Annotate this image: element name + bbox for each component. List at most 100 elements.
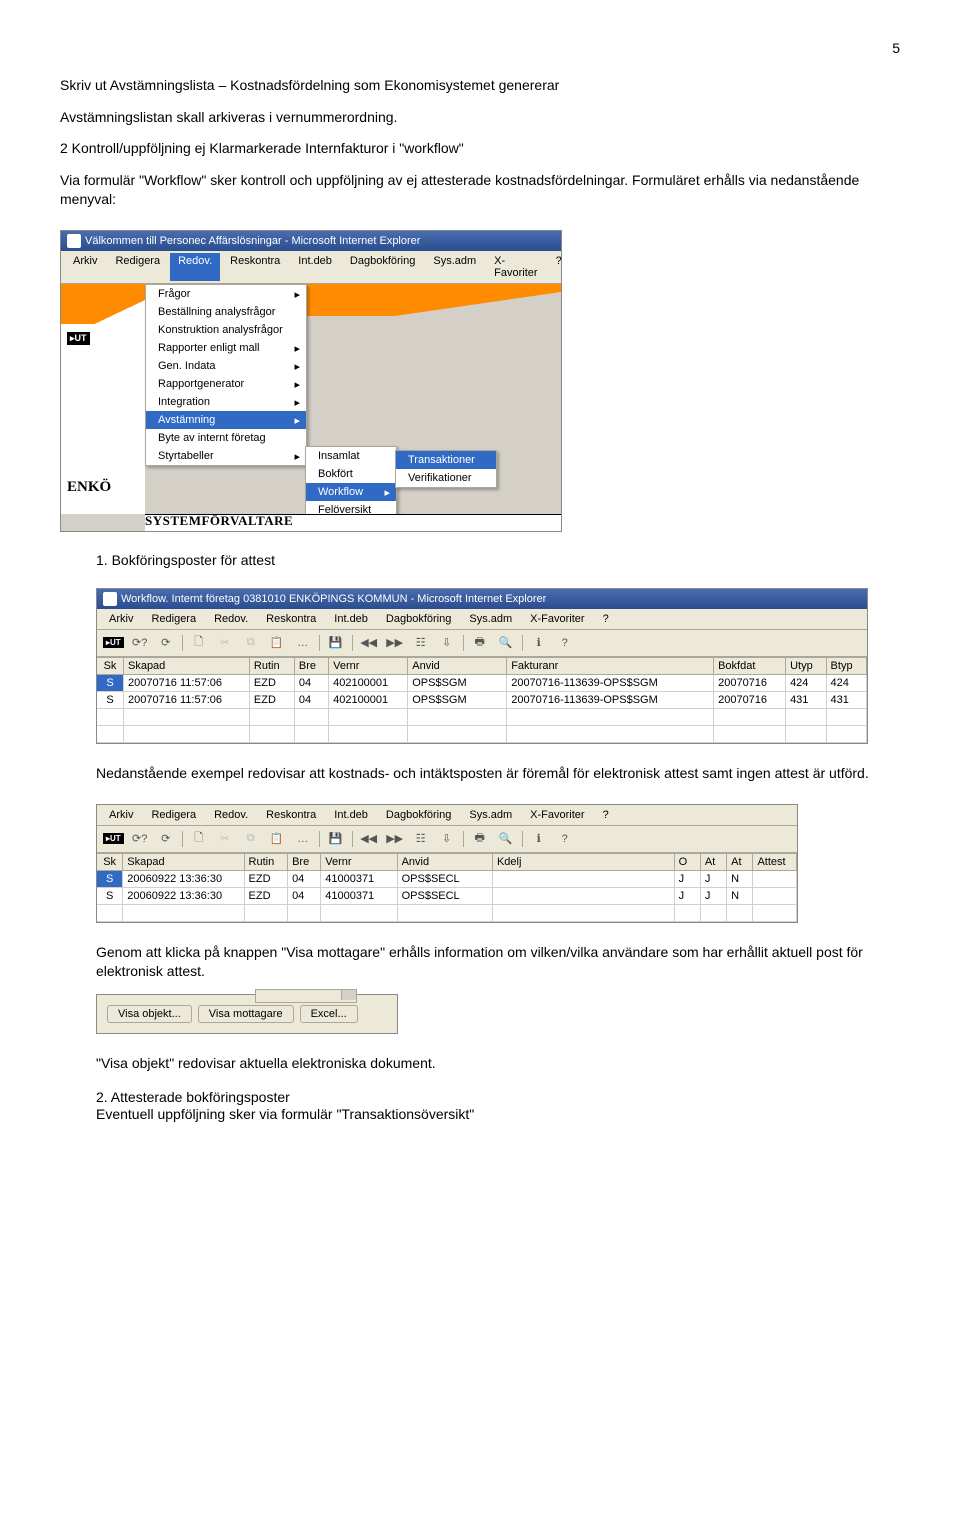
next-icon[interactable]: ▶▶: [385, 633, 405, 653]
hdr-btyp[interactable]: Btyp: [827, 658, 867, 675]
info-icon[interactable]: ℹ: [529, 829, 549, 849]
tree-icon[interactable]: ⇩: [437, 829, 457, 849]
preview-icon[interactable]: 🔍: [496, 829, 516, 849]
cut-icon[interactable]: ✂: [215, 829, 235, 849]
hdr-vernr[interactable]: Vernr: [329, 658, 408, 675]
dd-bestallning[interactable]: Beställning analysfrågor: [146, 303, 306, 321]
menu-reskontra[interactable]: Reskontra: [222, 253, 288, 281]
hdr-vernr[interactable]: Vernr: [321, 854, 397, 871]
menu-xfav[interactable]: X-Favoriter: [486, 253, 545, 281]
hdr-o[interactable]: O: [675, 854, 701, 871]
hdr-rutin[interactable]: Rutin: [250, 658, 295, 675]
more-icon[interactable]: …: [293, 829, 313, 849]
hdr-skapad[interactable]: Skapad: [124, 658, 250, 675]
paste-icon[interactable]: 📋: [267, 829, 287, 849]
hdr-kdelj[interactable]: Kdelj: [493, 854, 675, 871]
menu-sysadm[interactable]: Sys.adm: [461, 611, 520, 627]
menu-redigera[interactable]: Redigera: [107, 253, 168, 281]
menu-redov[interactable]: Redov.: [170, 253, 220, 281]
visa-mottagare-button[interactable]: Visa mottagare: [198, 1005, 294, 1023]
menu-redigera[interactable]: Redigera: [143, 611, 204, 627]
copy-icon[interactable]: ⧉: [241, 633, 261, 653]
list-icon[interactable]: ☷: [411, 633, 431, 653]
menu-redov[interactable]: Redov.: [206, 611, 256, 627]
table-row[interactable]: S 20060922 13:36:30 EZD 04 41000371 OPS$…: [97, 888, 797, 905]
more-icon[interactable]: …: [293, 633, 313, 653]
tb-btn-1[interactable]: ⟳?: [130, 633, 150, 653]
first-icon[interactable]: ◀◀: [359, 829, 379, 849]
first-icon[interactable]: ◀◀: [359, 633, 379, 653]
menu-reskontra[interactable]: Reskontra: [258, 611, 324, 627]
dd-konstruktion[interactable]: Konstruktion analysfrågor: [146, 321, 306, 339]
copy-icon[interactable]: ⧉: [241, 829, 261, 849]
save-icon[interactable]: 💾: [326, 829, 346, 849]
table-row[interactable]: S 20070716 11:57:06 EZD 04 402100001 OPS…: [97, 692, 867, 709]
excel-button[interactable]: Excel...: [300, 1005, 358, 1023]
tb-btn-2[interactable]: ⟳: [156, 829, 176, 849]
dd-styr[interactable]: Styrtabeller: [146, 447, 306, 465]
paste-icon[interactable]: 📋: [267, 633, 287, 653]
menu-reskontra[interactable]: Reskontra: [258, 807, 324, 823]
new-icon[interactable]: 🗋: [189, 829, 209, 849]
hdr-bre[interactable]: Bre: [288, 854, 321, 871]
print-icon[interactable]: 🖶: [470, 829, 490, 849]
dd-rapporter[interactable]: Rapporter enligt mall: [146, 339, 306, 357]
menu-help[interactable]: ?: [548, 253, 570, 281]
menu-redigera[interactable]: Redigera: [143, 807, 204, 823]
hdr-bre[interactable]: Bre: [295, 658, 329, 675]
help-icon[interactable]: ?: [555, 829, 575, 849]
tb-btn-1[interactable]: ⟳?: [130, 829, 150, 849]
new-icon[interactable]: 🗋: [189, 633, 209, 653]
dd-genindata[interactable]: Gen. Indata: [146, 357, 306, 375]
dd-insamlat[interactable]: Insamlat: [306, 447, 396, 465]
menu-intdeb[interactable]: Int.deb: [290, 253, 340, 281]
table-row[interactable]: S 20070716 11:57:06 EZD 04 402100001 OPS…: [97, 675, 867, 692]
dd-bokfort[interactable]: Bokfört: [306, 465, 396, 483]
menu-intdeb[interactable]: Int.deb: [326, 611, 376, 627]
menu-arkiv[interactable]: Arkiv: [65, 253, 105, 281]
hdr-utyp[interactable]: Utyp: [786, 658, 826, 675]
table-row[interactable]: S 20060922 13:36:30 EZD 04 41000371 OPS$…: [97, 871, 797, 888]
help-icon[interactable]: ?: [555, 633, 575, 653]
hdr-bokfdat[interactable]: Bokfdat: [714, 658, 786, 675]
hdr-skapad[interactable]: Skapad: [123, 854, 244, 871]
hdr-at2[interactable]: At: [727, 854, 753, 871]
hdr-sk[interactable]: Sk: [97, 658, 124, 675]
dd-transaktioner[interactable]: Transaktioner: [396, 451, 496, 469]
dd-verifikationer[interactable]: Verifikationer: [396, 469, 496, 487]
menu-help[interactable]: ?: [595, 611, 617, 627]
tb-btn-2[interactable]: ⟳: [156, 633, 176, 653]
menu-redov[interactable]: Redov.: [206, 807, 256, 823]
menu-sysadm[interactable]: Sys.adm: [461, 807, 520, 823]
print-icon[interactable]: 🖶: [470, 633, 490, 653]
save-icon[interactable]: 💾: [326, 633, 346, 653]
list-icon[interactable]: ☷: [411, 829, 431, 849]
dd-workflow[interactable]: Workflow: [306, 483, 396, 501]
menu-arkiv[interactable]: Arkiv: [101, 807, 141, 823]
visa-objekt-button[interactable]: Visa objekt...: [107, 1005, 192, 1023]
menu-intdeb[interactable]: Int.deb: [326, 807, 376, 823]
dd-avstamning[interactable]: Avstämning: [146, 411, 306, 429]
hdr-sk[interactable]: Sk: [97, 854, 123, 871]
hdr-rutin[interactable]: Rutin: [245, 854, 289, 871]
dd-fragor[interactable]: Frågor: [146, 285, 306, 303]
menu-dagbok[interactable]: Dagbokföring: [378, 611, 459, 627]
menu-help[interactable]: ?: [595, 807, 617, 823]
hdr-attest[interactable]: Attest: [753, 854, 797, 871]
hdr-fakturanr[interactable]: Fakturanr: [507, 658, 714, 675]
menu-arkiv[interactable]: Arkiv: [101, 611, 141, 627]
menu-dagbok[interactable]: Dagbokföring: [378, 807, 459, 823]
menu-xfav[interactable]: X-Favoriter: [522, 807, 592, 823]
menu-sysadm[interactable]: Sys.adm: [425, 253, 484, 281]
cut-icon[interactable]: ✂: [215, 633, 235, 653]
tree-icon[interactable]: ⇩: [437, 633, 457, 653]
hdr-anvid[interactable]: Anvid: [408, 658, 507, 675]
next-icon[interactable]: ▶▶: [385, 829, 405, 849]
dd-rapportgen[interactable]: Rapportgenerator: [146, 375, 306, 393]
menu-dagbok[interactable]: Dagbokföring: [342, 253, 423, 281]
hdr-at1[interactable]: At: [701, 854, 727, 871]
info-icon[interactable]: ℹ: [529, 633, 549, 653]
preview-icon[interactable]: 🔍: [496, 633, 516, 653]
dd-integration[interactable]: Integration: [146, 393, 306, 411]
hdr-anvid[interactable]: Anvid: [398, 854, 493, 871]
